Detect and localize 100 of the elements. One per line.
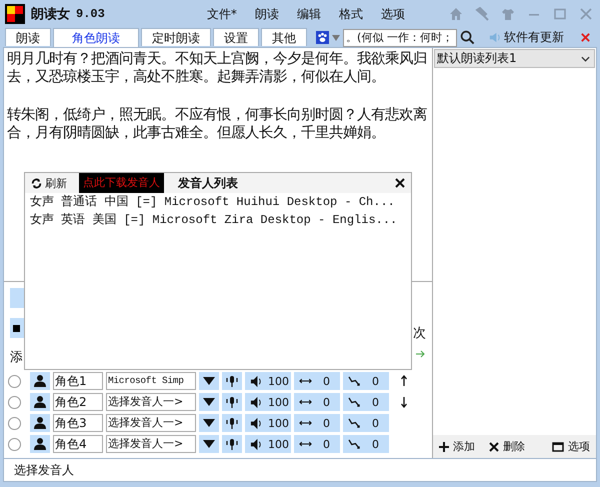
menu-item[interactable]: 格式 <box>338 6 363 22</box>
dropdown-button[interactable] <box>199 435 219 453</box>
microphone-button[interactable] <box>222 435 242 453</box>
list-button[interactable]: 添加 <box>439 439 475 454</box>
speaker-icon <box>250 416 263 430</box>
close-icon[interactable] <box>395 178 405 188</box>
dropdown-button[interactable] <box>199 372 219 390</box>
microphone-icon <box>225 437 239 451</box>
person-icon <box>33 416 47 430</box>
speaker-icon <box>488 31 501 44</box>
voice-field[interactable]: 选择发音人一> <box>106 393 196 411</box>
voice-item[interactable]: 女声 英语 美国 [=] Microsoft Zira Desktop - Englis... <box>25 211 411 229</box>
plus-icon <box>439 442 449 452</box>
double-arrow-icon <box>299 440 312 448</box>
role-radio[interactable] <box>8 438 21 450</box>
double-arrow-icon <box>299 398 312 406</box>
paw-icon[interactable] <box>316 31 329 44</box>
caret-icon <box>203 377 215 385</box>
update-notice[interactable]: 软件有更新 <box>504 29 564 46</box>
pitch-icon <box>348 418 361 428</box>
panel-label: 次 <box>413 325 426 342</box>
volume-control[interactable]: 100 <box>245 372 291 390</box>
tab[interactable]: 朗读 <box>5 28 51 46</box>
status-text: 选择发音人 <box>14 462 74 478</box>
refresh-button[interactable]: 刷新 <box>25 176 73 190</box>
list-button[interactable]: 删除 <box>489 439 525 454</box>
caret-icon[interactable] <box>332 34 340 40</box>
role-radio[interactable] <box>8 374 21 388</box>
voice-field[interactable]: 选择发音人一> <box>106 435 196 453</box>
window-icon <box>552 442 564 452</box>
person-icon <box>33 374 47 388</box>
move-down-icon[interactable] <box>400 396 408 408</box>
voice-item[interactable]: 女声 普通话 中国 [=] Microsoft Huihui Desktop - Ch... <box>25 193 411 211</box>
role-name-field[interactable]: 角色2 <box>53 393 103 411</box>
pitch-control[interactable]: 0 <box>343 393 389 411</box>
app-logo-icon <box>5 4 25 24</box>
person-icon <box>33 395 47 409</box>
move-up-icon[interactable] <box>400 375 408 387</box>
role-name-field[interactable]: 角色4 <box>53 435 103 453</box>
voice-field[interactable]: 选择发音人一> <box>106 414 196 432</box>
menu-item[interactable]: 朗读 <box>254 6 279 22</box>
tab[interactable]: 设置 <box>213 28 259 46</box>
microphone-button[interactable] <box>222 393 242 411</box>
menu-item[interactable]: 编辑 <box>296 6 321 22</box>
menu-item[interactable]: 文件* <box>206 6 237 22</box>
pitch-icon <box>348 438 361 450</box>
x-icon <box>489 442 499 452</box>
double-arrow-icon <box>299 419 312 427</box>
microphone-icon <box>225 416 239 430</box>
person-button[interactable] <box>30 435 50 453</box>
pitch-control[interactable]: 0 <box>343 435 389 453</box>
search-icon[interactable] <box>460 30 475 45</box>
list-select[interactable]: 默认朗读列表1 <box>434 49 595 68</box>
role-radio[interactable] <box>8 416 21 430</box>
microphone-icon <box>225 395 239 409</box>
volume-control[interactable]: 100 <box>245 393 291 411</box>
speed-control[interactable]: 0 <box>294 372 340 390</box>
download-voices-button[interactable]: 点此下载发音人 <box>79 173 164 193</box>
microphone-button[interactable] <box>222 414 242 432</box>
role-name-field[interactable]: 角色1 <box>53 372 103 390</box>
role-name-field[interactable]: 角色3 <box>53 414 103 432</box>
volume-control[interactable]: 100 <box>245 414 291 432</box>
caret-icon <box>203 398 215 406</box>
role-radio[interactable] <box>8 396 21 408</box>
volume-control[interactable]: 100 <box>245 435 291 453</box>
speed-control[interactable]: 0 <box>294 393 340 411</box>
chevron-icon <box>581 56 590 62</box>
microphone-button[interactable] <box>222 372 242 390</box>
caret-icon <box>203 419 215 427</box>
menu-item[interactable]: 选项 <box>380 6 405 22</box>
pitch-control[interactable]: 0 <box>343 372 389 390</box>
popup-title: 发音人列表 <box>178 174 238 192</box>
double-arrow-icon <box>299 377 312 385</box>
tab[interactable]: 定时朗读 <box>141 28 211 46</box>
pitch-icon <box>348 396 361 408</box>
arrow-icon <box>416 350 426 358</box>
list-button[interactable]: 选项 <box>552 439 590 454</box>
pitch-control[interactable]: 0 <box>343 414 389 432</box>
dropdown-button[interactable] <box>199 393 219 411</box>
app-title: 朗读女 <box>31 6 70 23</box>
person-button[interactable] <box>30 393 50 411</box>
tab[interactable]: 角色朗读 <box>53 28 139 47</box>
search-field[interactable]: 。(何似 一作：何时； <box>343 28 457 46</box>
dropdown-button[interactable] <box>199 414 219 432</box>
poem-paragraph: 转朱阁，低绮户，照无眠。不应有恨，何事长向别时圆？人有悲欢离合，月有阴晴圆缺，此事古难全。但愿人长久，千里共婵娟。 <box>7 106 428 142</box>
voice-field[interactable]: Microsoft Simp <box>106 372 196 390</box>
microphone-icon <box>225 374 239 388</box>
speaker-icon <box>250 374 263 388</box>
speed-control[interactable]: 0 <box>294 414 340 432</box>
person-button[interactable] <box>30 372 50 390</box>
person-button[interactable] <box>30 414 50 432</box>
refresh-icon <box>31 178 42 188</box>
pitch-icon <box>348 376 361 386</box>
tab[interactable]: 其他 <box>261 28 307 46</box>
speaker-icon <box>250 396 263 408</box>
speaker-icon <box>250 438 263 450</box>
person-icon <box>33 437 47 451</box>
app-version: 9.03 <box>76 7 105 21</box>
caret-icon <box>203 440 215 448</box>
speed-control[interactable]: 0 <box>294 435 340 453</box>
